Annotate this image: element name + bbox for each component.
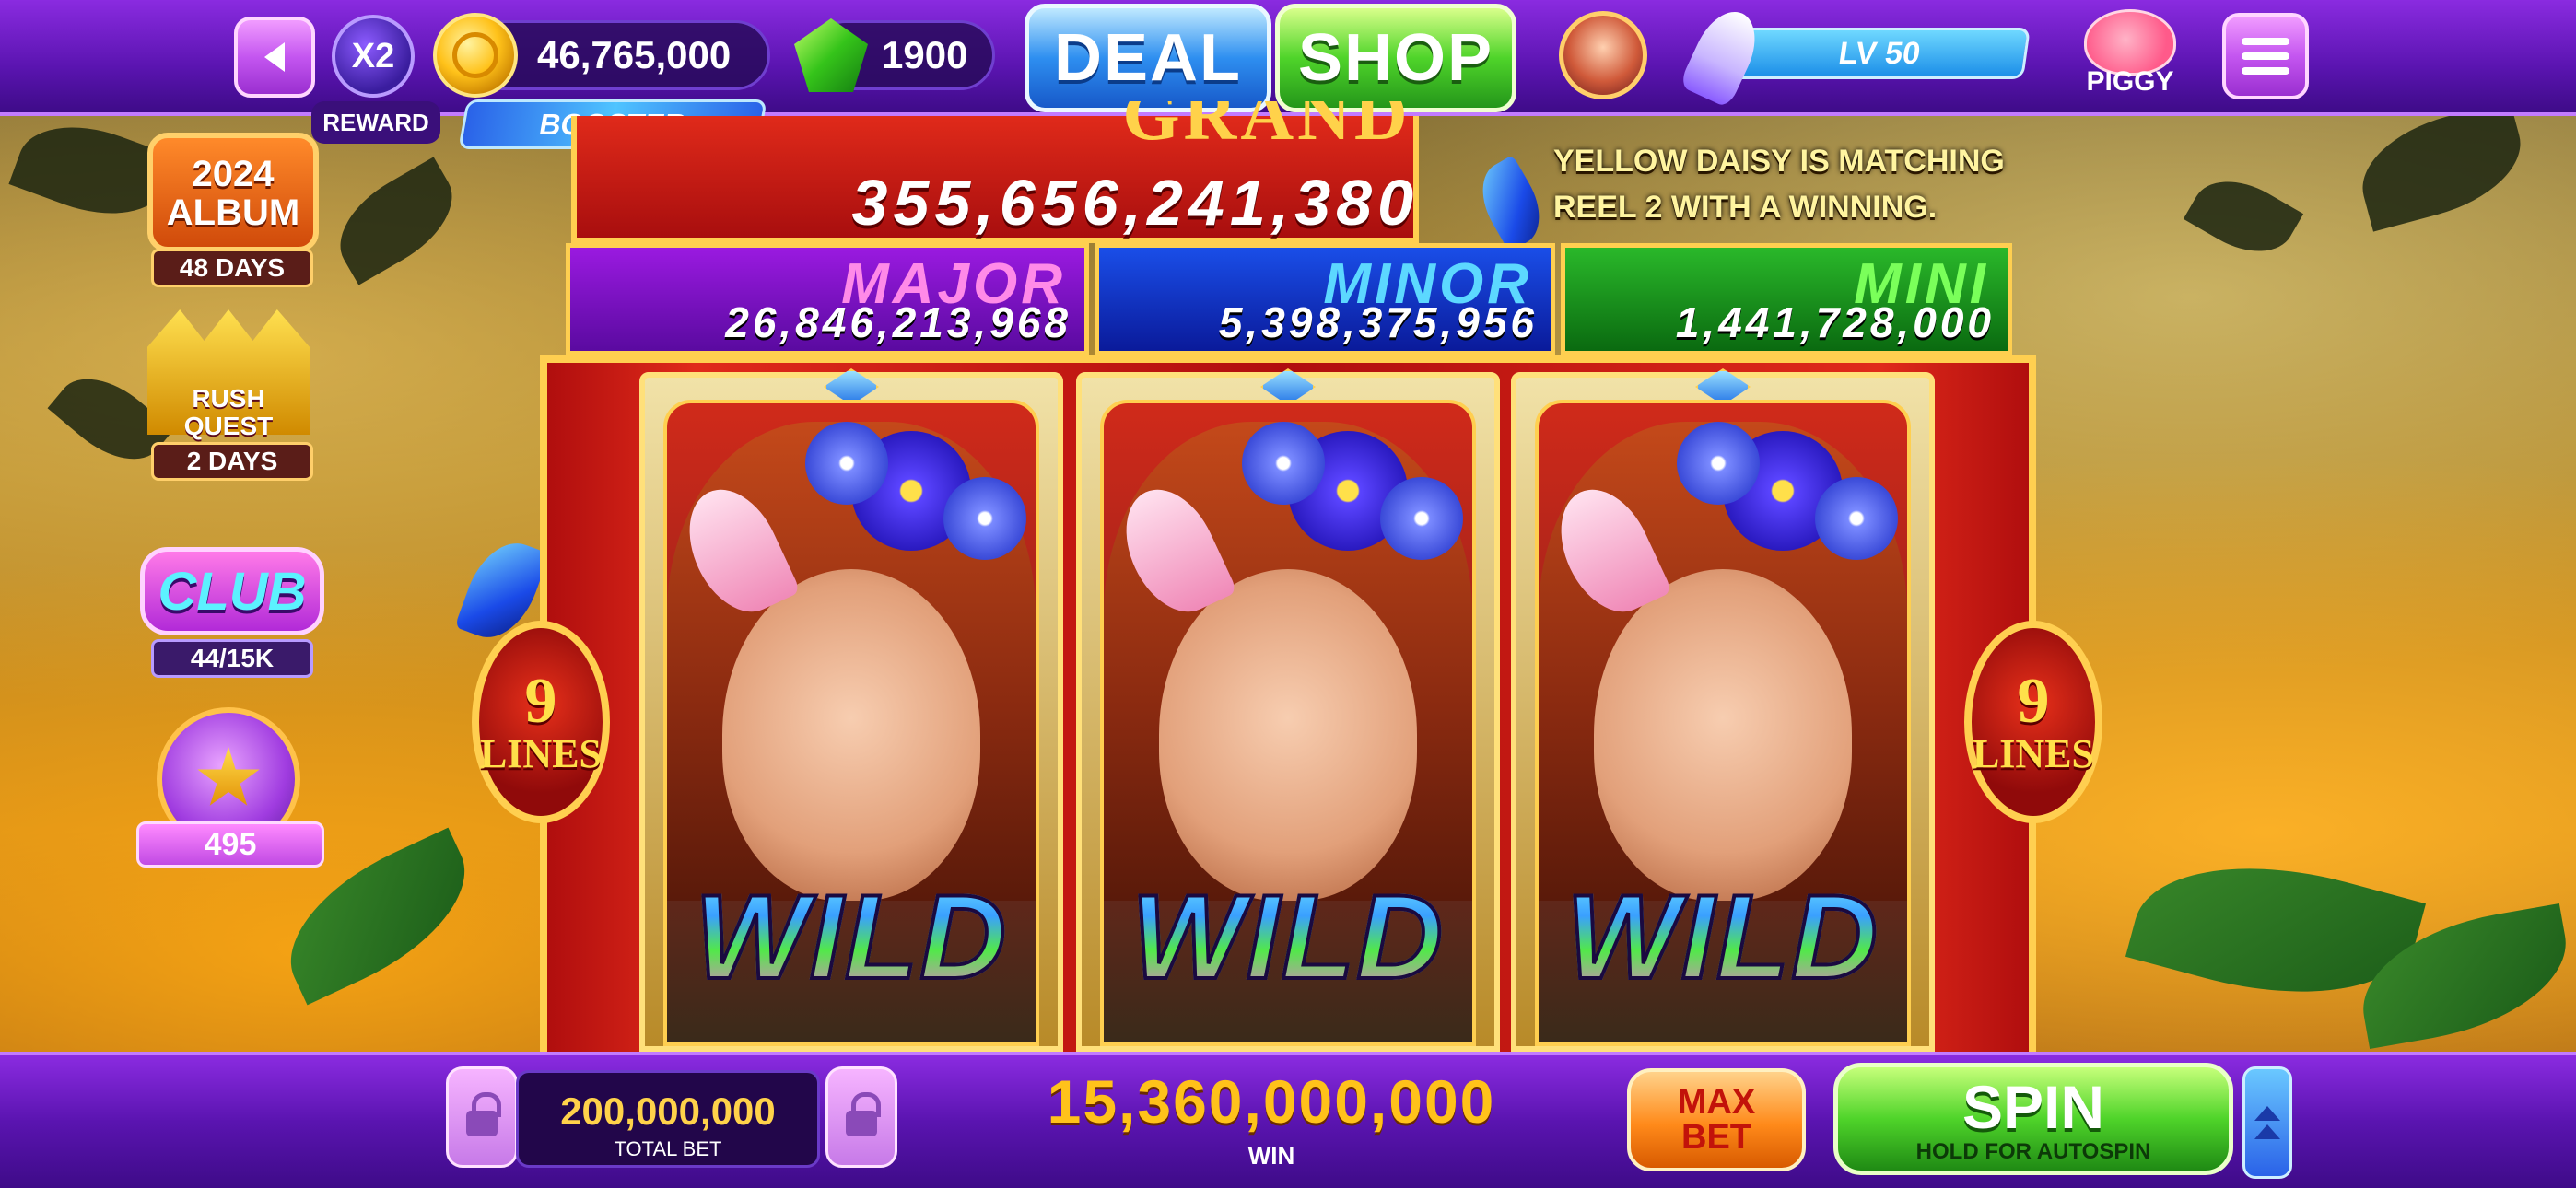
max-bet-button[interactable]: MAX BET [1627,1068,1806,1171]
woman-portrait [1594,569,1852,901]
autospin-toggle-button[interactable] [2242,1066,2292,1179]
lock-icon [846,1092,881,1136]
major-value: 26,846,213,968 [725,298,1071,346]
menu-button[interactable] [2222,13,2309,99]
level-bar[interactable]: LV 50 [1728,28,2031,79]
grand-value: 355,656,241,380 [851,167,1419,239]
wild-label: WILD [667,868,1036,1006]
shop-button[interactable]: SHOP [1275,4,1516,112]
coin-icon [433,13,518,98]
wild-symbol: WILD [1100,400,1476,1046]
album-days: 48 DAYS [151,249,313,287]
lines-badge-left: 9 LINES [472,621,610,823]
reward-multiplier-button[interactable]: X2 [332,15,415,98]
album-title: 2024 ALBUM [166,154,300,233]
total-bet-display: 200,000,000 TOTAL BET [516,1070,820,1168]
wild-label: WILD [1539,868,1907,1006]
lines-count: 9 [524,666,557,737]
album-button[interactable]: 2024 ALBUM [147,133,319,252]
win-message: YELLOW DAISY IS MATCHING REEL 2 WITH A W… [1553,144,2005,225]
chevron-up-icon [2254,1106,2280,1121]
woman-portrait [1159,569,1417,901]
total-bet-label: TOTAL BET [614,1137,722,1160]
minor-value: 5,398,375,956 [1218,298,1538,346]
decrease-bet-button[interactable] [446,1066,518,1168]
reel-2: WILD [1076,368,1500,1052]
autospin-hint: HOLD FOR AUTOSPIN [1915,1139,2151,1164]
spin-label: SPIN [1961,1073,2105,1141]
minor-jackpot: MINOR 5,398,375,956 [1095,243,1555,355]
deal-button[interactable]: DEAL [1025,4,1271,112]
coin-amount: 46,765,000 [537,33,732,76]
rush-quest-title: RUSH QUEST [183,384,274,440]
club-progress: 44/15K [151,639,313,678]
major-jackpot: MAJOR 26,846,213,968 [566,243,1089,355]
rush-quest-days: 2 DAYS [151,442,313,481]
spin-button[interactable]: SPIN HOLD FOR AUTOSPIN [1833,1063,2233,1175]
mini-value: 1,441,728,000 [1675,298,1995,346]
reward-label: REWARD [311,101,440,144]
club-button[interactable]: CLUB [140,547,324,635]
star-icon [197,747,260,806]
mini-jackpot: MINI 1,441,728,000 [1561,243,2012,355]
wild-label: WILD [1104,868,1472,1006]
win-value: 15,360,000,000 [1047,1067,1496,1136]
woman-portrait [722,569,980,901]
level-label: LV 50 [1836,35,1923,71]
win-label: WIN [1247,1142,1295,1170]
chevron-up-icon [2254,1124,2280,1139]
wild-symbol: WILD [663,400,1039,1046]
menu-icon [2242,38,2289,75]
grand-label: GRAND [1122,101,1411,142]
back-button[interactable] [234,17,315,98]
increase-bet-button[interactable] [825,1066,897,1168]
max-bet-label: MAX BET [1677,1083,1756,1157]
avatar[interactable] [1559,11,1647,99]
lock-icon [466,1092,501,1136]
reel-1: WILD [639,368,1063,1052]
back-icon [264,42,285,72]
total-bet-value: 200,000,000 [560,1089,776,1133]
reel-3: WILD [1511,368,1935,1052]
wild-symbol: WILD [1535,400,1911,1046]
lines-badge-right: 9 LINES [1964,621,2102,823]
gem-amount: 1900 [882,33,968,76]
lines-label: LINES [1972,731,2095,776]
piggy-label: PIGGY [2086,66,2174,97]
trophy-value: 495 [136,821,324,868]
lines-label: LINES [479,731,603,776]
lines-count: 9 [2017,666,2050,737]
